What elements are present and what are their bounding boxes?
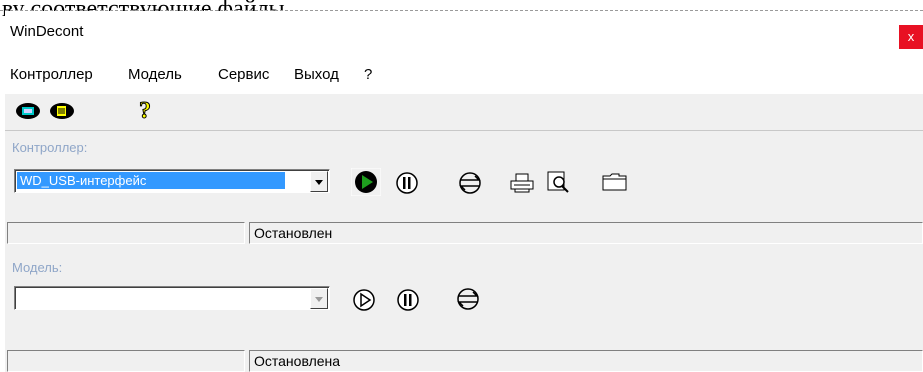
model-status-empty-cell bbox=[7, 350, 245, 372]
preview-icon[interactable] bbox=[545, 170, 571, 199]
controller-window-icon[interactable] bbox=[15, 102, 41, 125]
toolbar: ? bbox=[5, 94, 923, 131]
svg-text:?: ? bbox=[139, 98, 151, 122]
folder-icon[interactable] bbox=[601, 171, 629, 198]
chevron-down-icon bbox=[315, 297, 323, 302]
model-status-cell: Остановлена bbox=[249, 350, 923, 372]
windecont-window: WinDecont x Контроллер Модель Сервис Вых… bbox=[5, 11, 923, 372]
controller-selected-value: WD_USB-интерфейс bbox=[17, 172, 285, 189]
controller-select[interactable]: WD_USB-интерфейс bbox=[14, 169, 330, 193]
model-status-text: Остановлена bbox=[254, 353, 341, 369]
chevron-down-icon bbox=[315, 180, 323, 185]
connect-icon[interactable] bbox=[455, 170, 485, 201]
model-select[interactable] bbox=[14, 286, 330, 310]
controller-status-cell: Остановлен bbox=[249, 222, 923, 244]
close-button[interactable]: x bbox=[899, 25, 923, 49]
model-window-icon[interactable] bbox=[49, 102, 75, 125]
connect-icon[interactable] bbox=[453, 286, 483, 317]
menu-controller[interactable]: Контроллер bbox=[10, 66, 93, 83]
menu-bar: Контроллер Модель Сервис Выход ? bbox=[5, 56, 923, 94]
menu-exit[interactable]: Выход bbox=[294, 66, 339, 83]
pause-icon[interactable] bbox=[395, 287, 421, 318]
print-icon[interactable] bbox=[509, 172, 535, 199]
controller-label: Контроллер: bbox=[12, 140, 88, 155]
model-selected-value bbox=[17, 289, 285, 306]
title-bar: WinDecont x bbox=[5, 11, 923, 56]
pause-icon[interactable] bbox=[394, 170, 420, 201]
menu-service[interactable]: Сервис bbox=[218, 66, 269, 83]
controller-status-bar: Остановлен bbox=[5, 222, 923, 244]
model-label: Модель: bbox=[12, 260, 63, 275]
model-status-bar: Остановлена bbox=[5, 350, 923, 372]
run-icon[interactable] bbox=[350, 167, 382, 201]
help-icon[interactable]: ? bbox=[136, 98, 158, 127]
play-icon[interactable] bbox=[351, 287, 377, 318]
controller-dropdown-button[interactable] bbox=[310, 171, 328, 192]
controller-status-empty-cell bbox=[7, 222, 245, 244]
menu-help[interactable]: ? bbox=[364, 66, 372, 83]
model-dropdown-button[interactable] bbox=[310, 288, 328, 309]
controller-status-text: Остановлен bbox=[254, 225, 333, 241]
menu-model[interactable]: Модель bbox=[128, 66, 182, 83]
window-title: WinDecont bbox=[10, 23, 84, 40]
